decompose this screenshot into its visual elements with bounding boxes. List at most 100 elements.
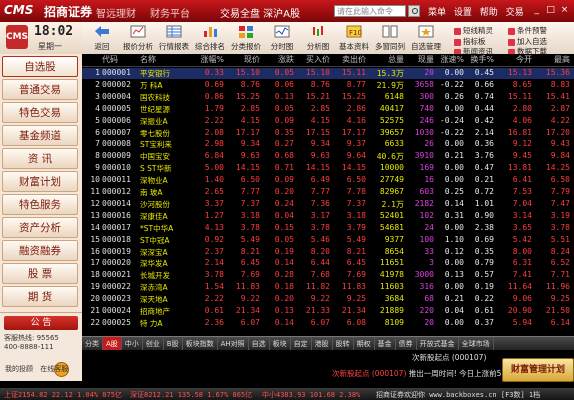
menu-main[interactable]: 菜单	[428, 8, 446, 18]
cell-speed: 0.21	[444, 151, 464, 161]
nav-item[interactable]: 自选股	[2, 56, 78, 77]
column-header[interactable]: 名称	[140, 54, 188, 66]
table-row[interactable]: 16 000019 深深宝A 2.37 8.21 0.19 8.20 8.21 8654 33 0.…	[82, 247, 574, 258]
table-row[interactable]: 18 000021 长城开发 3.78 7.69 0.28 7.68 7.69 41978 300…	[82, 270, 574, 281]
market-tab[interactable]: 基金	[375, 337, 396, 351]
wealth-plan-banner[interactable]: 财富管理计划	[502, 358, 574, 382]
market-tab[interactable]: 债券	[396, 337, 417, 351]
menu-trade[interactable]: 交易	[506, 8, 524, 18]
cell-speed: 0.00	[444, 317, 464, 327]
market-tab[interactable]: 股转	[333, 337, 354, 351]
analysis-chart-button[interactable]: 分析图	[300, 22, 336, 54]
table-row[interactable]: 19 000022 深赤湾A 1.54 11.83 0.18 11.82 11.83 11603…	[82, 282, 574, 293]
my-advisor-link[interactable]: 我的投顾	[5, 365, 33, 373]
news-line[interactable]: 次新股起点 (000107)	[412, 352, 486, 363]
table-row[interactable]: 22 000025 特 力A 2.36 6.07 0.14 6.07 6.08 8109 20 0.…	[82, 318, 574, 329]
menu-settings[interactable]: 设置	[454, 8, 472, 18]
column-header[interactable]: 涨跌	[260, 54, 294, 66]
column-header[interactable]: 最高	[532, 54, 570, 66]
market-tab[interactable]: 全球市场	[459, 337, 494, 351]
market-tab[interactable]: 分类	[82, 337, 103, 351]
quote-icon	[130, 25, 146, 38]
alert-tool[interactable]: 条件预警	[508, 25, 547, 36]
command-search-input[interactable]: 请在此输入命令	[334, 5, 406, 17]
nav-item[interactable]: 期 货	[2, 286, 78, 307]
table-row[interactable]: 20 000023 深天地A 2.22 9.22 0.20 9.22 9.25 3684 68 0.…	[82, 294, 574, 305]
category-quote-button[interactable]: 分类报价	[228, 22, 264, 54]
nav-item[interactable]: 财富计划	[2, 171, 78, 192]
back-button[interactable]: 返回	[84, 22, 120, 54]
ranking-button[interactable]: 综合排名	[192, 22, 228, 54]
nav-item[interactable]: 特色服务	[2, 194, 78, 215]
market-tab[interactable]: A股	[103, 337, 122, 351]
nav-item[interactable]: 资产分析	[2, 217, 78, 238]
status-sz-index[interactable]: 深证8212.21 135.58 1.67% 865亿	[130, 390, 252, 400]
watchlist-manage-button[interactable]: 自选管理	[408, 22, 444, 54]
table-row[interactable]: 6 000007 零七股份 2.08 17.17 0.35 17.15 17.17 39657 1…	[82, 128, 574, 139]
quote-analysis-button[interactable]: 报价分析	[120, 22, 156, 54]
column-header[interactable]: 涨速%	[434, 54, 464, 66]
market-tab[interactable]: 自定	[291, 337, 312, 351]
market-tab[interactable]: B股	[164, 337, 183, 351]
table-row[interactable]: 12 000014 沙河股份 3.37 7.37 0.24 7.36 7.37 2.1万 2182…	[82, 199, 574, 210]
table-row[interactable]: 3 000004 国农科技 0.86 15.25 0.13 15.21 15.25 6148 30…	[82, 92, 574, 103]
news-ticker[interactable]: 次新股起点 (000107) 推出一周时间! 今日上涨前5	[332, 368, 501, 379]
table-row[interactable]: 21 000024 招商地产 0.61 21.34 0.13 21.33 21.34 21889…	[82, 306, 574, 317]
column-header[interactable]: 卖出价	[330, 54, 366, 66]
column-header[interactable]: 今开	[494, 54, 532, 66]
table-row[interactable]: 1 000001 平安银行 0.33 15.10 0.05 15.10 15.11 15.3万 2…	[82, 68, 574, 79]
nav-item[interactable]: 股 票	[2, 263, 78, 284]
market-tab[interactable]: AH对照	[218, 337, 249, 351]
online-service-link[interactable]: 在线客服	[40, 365, 68, 373]
nav-item[interactable]: 资 讯	[2, 148, 78, 169]
table-row[interactable]: 5 000006 深振业A 2.22 4.15 0.09 4.15 4.16 52575 246-…	[82, 116, 574, 127]
market-tab[interactable]: 板块	[270, 337, 291, 351]
table-row[interactable]: 10 000011 深物业A 1.40 6.50 0.09 6.49 6.50 27749 16 0…	[82, 175, 574, 186]
multi-window-button[interactable]: 多窗同列	[372, 22, 408, 54]
market-tab[interactable]: 自选	[249, 337, 270, 351]
status-sme-index[interactable]: 中小4383.93 101.68 2.38%	[262, 390, 360, 400]
cell-idx: 2	[95, 79, 100, 89]
column-header[interactable]: 现价	[224, 54, 260, 66]
market-tab[interactable]: 开放式基金	[417, 337, 459, 351]
short-term-elf-tool[interactable]: 短线精灵	[454, 25, 493, 36]
cell-speed: 0.00	[444, 258, 464, 268]
search-icon[interactable]	[408, 5, 420, 17]
nav-item[interactable]: 融资融券	[2, 240, 78, 261]
table-row[interactable]: 11 000012 南 玻A 2.65 7.77 0.20 7.77 7.78 82967 603…	[82, 187, 574, 198]
nav-item[interactable]: 普通交易	[2, 79, 78, 100]
status-sh-index[interactable]: 上证2154.82 22.12 1.04% 875亿	[4, 390, 122, 400]
nav-item[interactable]: 基金频道	[2, 125, 78, 146]
market-tab[interactable]: 创业	[143, 337, 164, 351]
table-row[interactable]: 17 000020 深华发A 2.14 6.45 0.14 6.44 6.45 11651 3 0.…	[82, 258, 574, 269]
table-row[interactable]: 7 000008 ST宝利来 2.98 9.34 0.27 9.34 9.37 6633 26 0.…	[82, 139, 574, 150]
column-header[interactable]: 买入价	[294, 54, 330, 66]
market-tab[interactable]: 板块指数	[183, 337, 218, 351]
table-row[interactable]: 9 000010 S ST华新 5.00 14.15 0.71 14.15 14.15 1000…	[82, 163, 574, 174]
close-icon[interactable]: ×	[559, 5, 570, 16]
column-header[interactable]: 换手%	[464, 54, 494, 66]
column-header[interactable]: 总量	[366, 54, 404, 66]
column-header[interactable]: 涨幅%	[188, 54, 224, 66]
market-tab[interactable]: 期权	[354, 337, 375, 351]
fundamentals-button[interactable]: F10 基本资料	[336, 22, 372, 54]
nav-item[interactable]: 特色交易	[2, 102, 78, 123]
table-row[interactable]: 8 000009 中国宝安 6.84 9.63 0.68 9.63 9.64 40.6万 3910…	[82, 151, 574, 162]
notice-title[interactable]: 公 告	[4, 316, 78, 330]
table-row[interactable]: 14 000017 *ST中华A 4.13 3.78 0.15 3.78 3.79 54681 2…	[82, 223, 574, 234]
column-header[interactable]	[82, 54, 100, 66]
market-report-button[interactable]: 行情报表	[156, 22, 192, 54]
minimize-icon[interactable]: _	[531, 5, 542, 16]
menu-help[interactable]: 帮助	[480, 8, 498, 18]
cell-high: 7.71	[550, 270, 570, 280]
table-row[interactable]: 2 000002 万 科A 0.69 8.76 0.06 8.76 8.77 21.9万 3658…	[82, 80, 574, 91]
table-row[interactable]: 15 000018 ST中冠A 0.92 5.49 0.05 5.46 5.49 9377 100…	[82, 235, 574, 246]
table-row[interactable]: 4 000005 世纪星源 1.79 2.85 0.05 2.85 2.86 40417 740 0…	[82, 104, 574, 115]
intraday-chart-button[interactable]: 分时图	[264, 22, 300, 54]
market-tab[interactable]: 中小	[122, 337, 143, 351]
column-header[interactable]: 代码	[102, 54, 138, 66]
market-tab[interactable]: 港股	[312, 337, 333, 351]
column-header[interactable]: 现量	[404, 54, 434, 66]
maximize-icon[interactable]: □	[545, 5, 556, 16]
table-row[interactable]: 13 000016 深康佳A 1.27 3.18 0.04 3.17 3.18 52401 102…	[82, 211, 574, 222]
